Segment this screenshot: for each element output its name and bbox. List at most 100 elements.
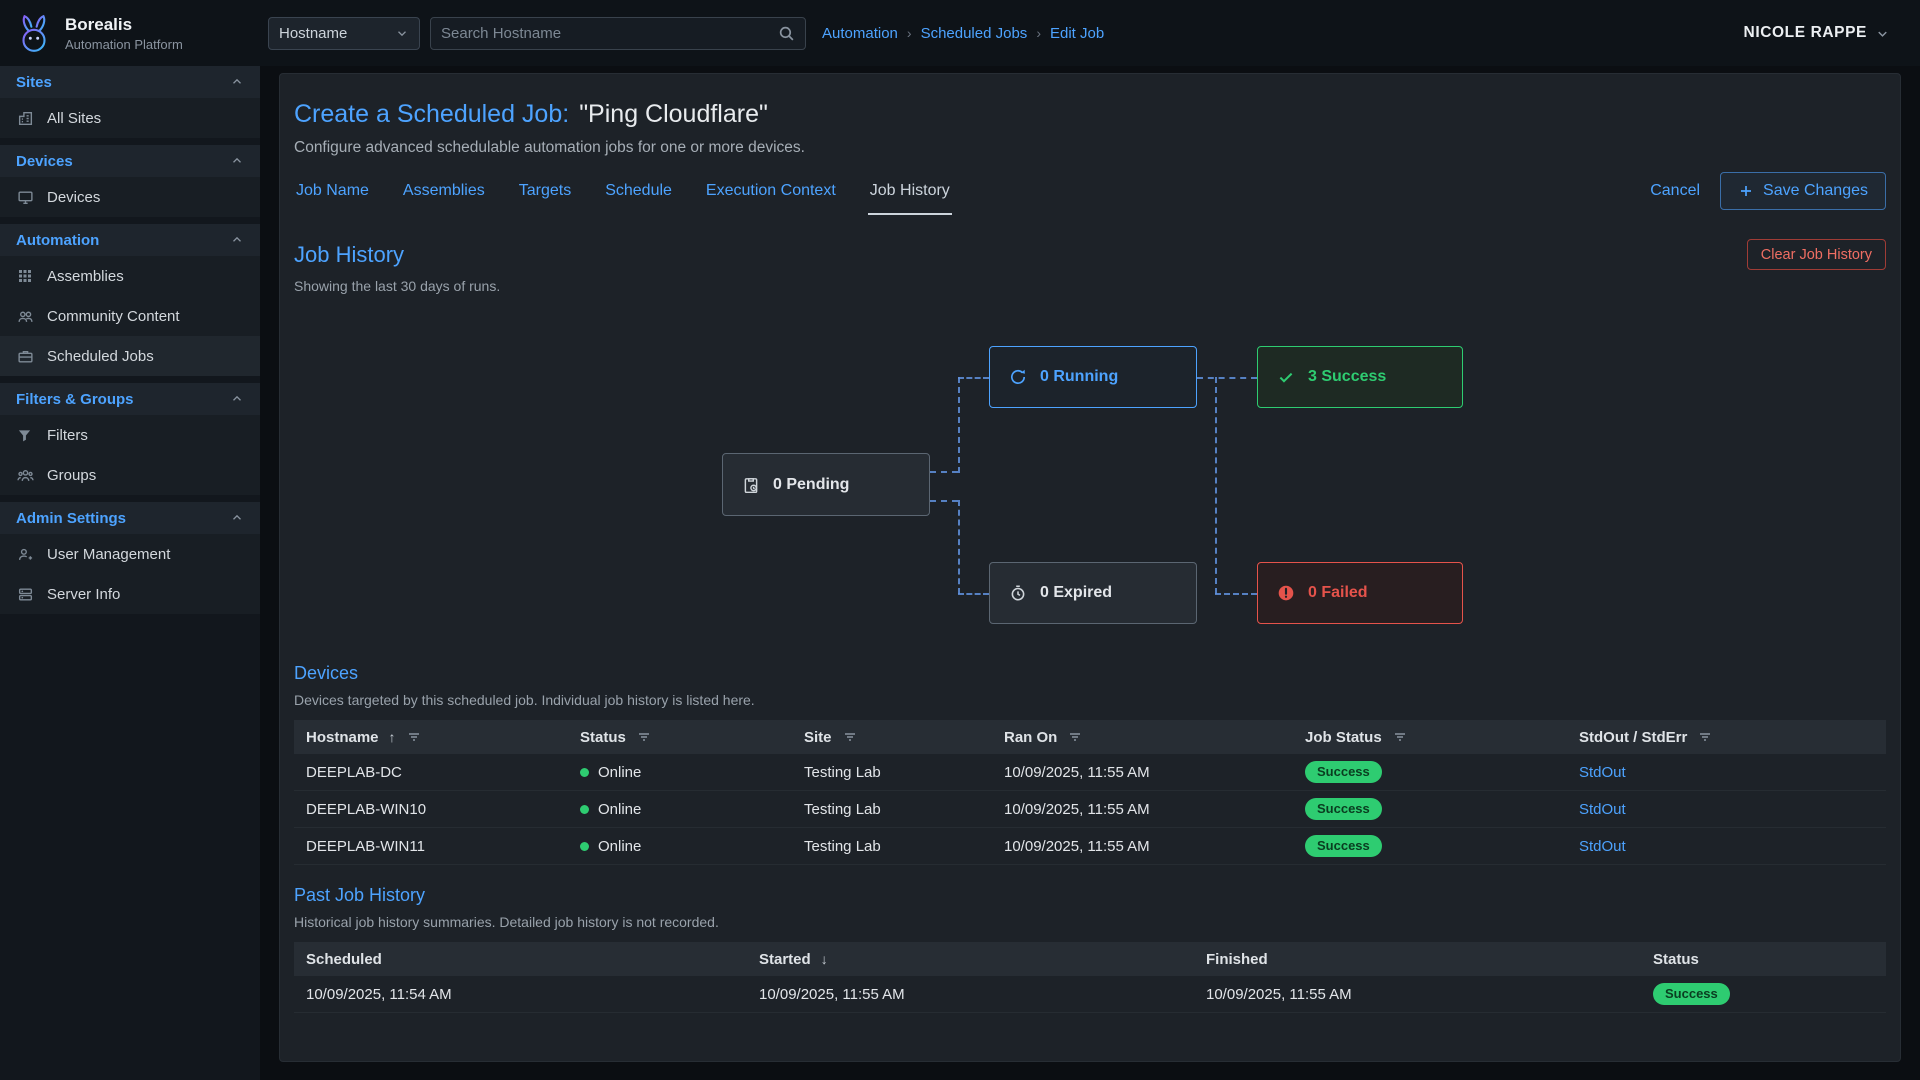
job-status-pipeline: 0 Pending 0 Running 3 Success 0 Expired [294,304,1886,649]
column-label: Ran On [1004,729,1057,746]
column-header-job-status[interactable]: Job Status [1293,720,1567,754]
chevron-up-icon [230,392,244,406]
column-header-site[interactable]: Site [792,720,992,754]
connector-line [930,500,958,502]
search-input[interactable] [441,25,778,42]
success-status-node[interactable]: 3 Success [1257,346,1463,408]
sidebar-section-header-devices[interactable]: Devices [0,145,260,177]
sidebar-section-header-filters-groups[interactable]: Filters & Groups [0,383,260,415]
column-header-hostname[interactable]: Hostname ↑ [294,720,568,754]
pending-clipboard-icon [742,476,760,494]
device-row[interactable]: DEEPLAB-DC Online Testing Lab 10/09/2025… [294,754,1886,791]
column-header-stdout[interactable]: StdOut / StdErr [1567,720,1886,754]
expired-node-label: 0 Expired [1040,584,1112,602]
column-label: Status [580,729,626,746]
clear-job-history-button[interactable]: Clear Job History [1747,239,1886,270]
people-icon [17,308,34,325]
tab-execution-context[interactable]: Execution Context [704,167,838,215]
device-row[interactable]: DEEPLAB-WIN11 Online Testing Lab 10/09/2… [294,828,1886,865]
page-title: Create a Scheduled Job: "Ping Cloudflare… [294,100,1886,129]
sidebar-section-filters-groups: Filters & Groups Filters Groups [0,383,260,495]
filter-list-icon[interactable] [1392,729,1408,745]
column-header-finished[interactable]: Finished [1194,942,1641,976]
status-text: Online [598,801,641,818]
sidebar-section-header-admin-settings[interactable]: Admin Settings [0,502,260,534]
breadcrumb-separator: › [1036,25,1041,41]
cancel-button[interactable]: Cancel [1650,182,1700,200]
hostname-filter-value: Hostname [279,25,347,42]
stdout-cell: StdOut [1567,754,1886,790]
job-status-cell: Success [1293,754,1567,790]
filter-list-icon[interactable] [636,729,652,745]
column-header-scheduled[interactable]: Scheduled [294,942,747,976]
column-label: Status [1653,951,1699,968]
column-header-ran-on[interactable]: Ran On [992,720,1293,754]
brand-title: Borealis [65,15,183,35]
filter-list-icon[interactable] [406,729,422,745]
filter-list-icon[interactable] [1697,729,1713,745]
breadcrumb-edit-job[interactable]: Edit Job [1050,25,1104,42]
server-icon [17,586,34,603]
connector-line [958,593,989,595]
sidebar-item-label: Groups [47,467,96,484]
column-label: Job Status [1305,729,1382,746]
sidebar-section-header-automation[interactable]: Automation [0,224,260,256]
search-icon[interactable] [778,25,795,42]
tab-assemblies[interactable]: Assemblies [401,167,487,215]
breadcrumb-automation[interactable]: Automation [822,25,898,42]
hostname-filter-select[interactable]: Hostname [268,17,420,50]
sidebar-item-all-sites[interactable]: All Sites [0,98,260,138]
sidebar-item-filters[interactable]: Filters [0,415,260,455]
tab-job-name[interactable]: Job Name [294,167,371,215]
device-row[interactable]: DEEPLAB-WIN10 Online Testing Lab 10/09/2… [294,791,1886,828]
tab-job-history[interactable]: Job History [868,167,952,215]
sidebar-section-header-sites[interactable]: Sites [0,66,260,98]
column-header-status[interactable]: Status [568,720,792,754]
sync-icon [1009,368,1027,386]
failed-status-node[interactable]: 0 Failed [1257,562,1463,624]
filter-list-icon[interactable] [842,729,858,745]
devices-description: Devices targeted by this scheduled job. … [294,692,1886,708]
chevron-down-icon [1875,26,1890,41]
filter-list-icon[interactable] [1067,729,1083,745]
page-title-label: Create a Scheduled Job: [294,100,569,129]
grid-icon [17,268,34,284]
stdout-link[interactable]: StdOut [1579,838,1626,855]
sort-asc-icon[interactable]: ↑ [389,729,396,745]
save-changes-button[interactable]: Save Changes [1720,172,1886,210]
groups-icon [17,467,34,484]
past-history-row[interactable]: 10/09/2025, 11:54 AM 10/09/2025, 11:55 A… [294,976,1886,1013]
column-header-started[interactable]: Started ↓ [747,942,1194,976]
column-label: Finished [1206,951,1268,968]
sidebar-item-groups[interactable]: Groups [0,455,260,495]
sidebar-item-devices[interactable]: Devices [0,177,260,217]
expired-status-node[interactable]: 0 Expired [989,562,1197,624]
sidebar-item-server-info[interactable]: Server Info [0,574,260,614]
tab-targets[interactable]: Targets [517,167,573,215]
sidebar-section-automation: Automation Assemblies Community Content … [0,224,260,376]
sidebar-item-user-management[interactable]: User Management [0,534,260,574]
tabs-row: Job Name Assemblies Targets Schedule Exe… [294,167,1886,215]
pending-status-node[interactable]: 0 Pending [722,453,930,516]
stdout-link[interactable]: StdOut [1579,764,1626,781]
sidebar-item-label: Community Content [47,308,180,325]
past-history-heading: Past Job History [294,885,425,906]
job-status-cell: Success [1293,791,1567,827]
stdout-link[interactable]: StdOut [1579,801,1626,818]
sidebar-item-assemblies[interactable]: Assemblies [0,256,260,296]
site-cell: Testing Lab [792,791,992,827]
column-header-status[interactable]: Status [1641,942,1886,976]
stdout-cell: StdOut [1567,791,1886,827]
success-badge: Success [1305,761,1382,783]
running-status-node[interactable]: 0 Running [989,346,1197,408]
status-cell: Online [568,791,792,827]
sidebar-item-community-content[interactable]: Community Content [0,296,260,336]
breadcrumb-scheduled-jobs[interactable]: Scheduled Jobs [921,25,1028,42]
job-history-description: Showing the last 30 days of runs. [294,278,1886,294]
tab-schedule[interactable]: Schedule [603,167,674,215]
failed-node-label: 0 Failed [1308,584,1368,602]
user-menu[interactable]: NICOLE RAPPE [1744,24,1890,42]
sidebar-section-devices: Devices Devices [0,145,260,217]
sort-desc-icon[interactable]: ↓ [821,951,828,967]
sidebar-item-scheduled-jobs[interactable]: Scheduled Jobs [0,336,260,376]
